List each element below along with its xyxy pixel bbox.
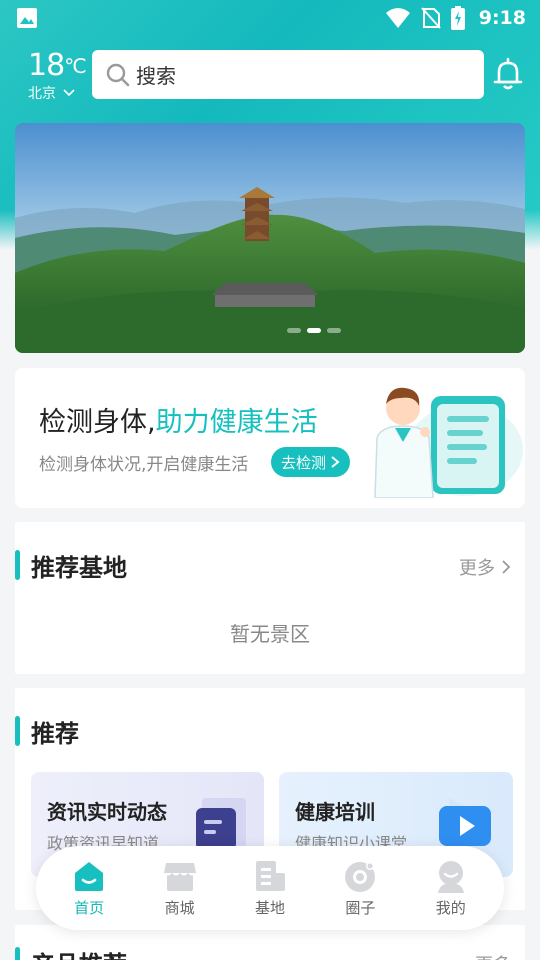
- chevron-right-icon: [502, 560, 511, 574]
- home-icon: [75, 861, 104, 891]
- home-header: 18℃ 北京 搜索: [0, 48, 540, 102]
- status-time: 9:18: [478, 7, 526, 29]
- chevron-right-icon: [331, 456, 340, 468]
- banner-image-pagoda-mountains: [15, 123, 525, 353]
- health-title-plain: 检测身体,: [39, 407, 156, 438]
- battery-charging-icon: [450, 6, 465, 30]
- temperature-unit: ℃: [64, 54, 86, 78]
- carousel-dot[interactable]: [287, 328, 301, 333]
- weather-widget[interactable]: 18℃ 北京: [28, 48, 87, 103]
- section-title: 推荐基地: [31, 553, 127, 582]
- go-detect-button[interactable]: 去检测: [271, 447, 351, 477]
- search-input[interactable]: 搜索: [92, 50, 484, 99]
- notification-button[interactable]: [490, 56, 526, 92]
- nav-label: 商城: [164, 898, 195, 917]
- circle-community-icon: [345, 861, 376, 892]
- section-header: 推荐基地: [15, 548, 127, 582]
- temperature: 18℃: [28, 48, 87, 83]
- carousel-dot-active[interactable]: [307, 328, 321, 333]
- section-accent-bar: [15, 947, 20, 960]
- profile-icon: [437, 860, 464, 893]
- health-card-title: 检测身体,助力健康生活: [39, 400, 318, 439]
- section-title: 推荐: [31, 719, 79, 748]
- nav-item-base[interactable]: 基地: [230, 859, 310, 918]
- nav-item-home[interactable]: 首页: [49, 859, 129, 918]
- section-title: 产品推荐: [31, 945, 127, 960]
- shop-icon: [163, 862, 196, 891]
- section-header: 产品推荐: [15, 945, 127, 960]
- banner-carousel[interactable]: [15, 123, 525, 353]
- bottom-navigation: 首页 商城 基地 圈子 我的: [36, 846, 504, 930]
- section-header: 推荐: [15, 714, 79, 748]
- more-link[interactable]: 更多: [475, 951, 511, 960]
- gallery-notification-icon: [17, 8, 37, 28]
- city-selector[interactable]: 北京: [28, 83, 86, 103]
- nav-item-shop[interactable]: 商城: [140, 859, 220, 918]
- more-label: 更多: [475, 951, 511, 960]
- nav-item-mine[interactable]: 我的: [411, 859, 491, 918]
- wifi-icon: [385, 8, 410, 28]
- no-sim-icon: [420, 7, 441, 29]
- nav-label: 圈子: [345, 898, 376, 917]
- health-card-subtitle: 检测身体状况,开启健康生活: [39, 455, 249, 475]
- carousel-indicator: [287, 328, 341, 333]
- nav-item-circle[interactable]: 圈子: [320, 859, 400, 918]
- tile-title: 资讯实时动态: [47, 800, 167, 824]
- section-accent-bar: [15, 716, 20, 746]
- nav-label: 基地: [254, 898, 285, 917]
- product-recommend-section: 产品推荐 更多: [15, 925, 525, 960]
- health-title-highlight: 助力健康生活: [155, 407, 318, 438]
- base-building-icon: [255, 860, 285, 891]
- bell-icon: [493, 57, 523, 90]
- more-label: 更多: [459, 558, 495, 579]
- play-video-icon: [439, 798, 493, 846]
- carousel-dot[interactable]: [327, 328, 341, 333]
- go-detect-label: 去检测: [281, 453, 327, 472]
- empty-state-text: 暂无景区: [230, 622, 310, 646]
- health-check-card[interactable]: 检测身体,助力健康生活 检测身体状况,开启健康生活 去检测: [15, 368, 525, 508]
- temperature-value: 18: [28, 48, 65, 83]
- chevron-down-icon: [63, 89, 75, 97]
- city-name: 北京: [28, 86, 56, 102]
- more-link[interactable]: 更多: [459, 554, 511, 580]
- search-icon: [106, 63, 130, 86]
- recommended-base-section: 推荐基地 更多 暂无景区: [15, 522, 525, 674]
- status-bar: 9:18: [0, 0, 540, 36]
- search-placeholder: 搜索: [136, 64, 176, 88]
- nav-label: 我的: [435, 898, 466, 917]
- nav-label: 首页: [74, 898, 105, 917]
- doctor-illustration: [374, 387, 523, 498]
- section-accent-bar: [15, 550, 20, 580]
- tile-title: 健康培训: [295, 800, 375, 824]
